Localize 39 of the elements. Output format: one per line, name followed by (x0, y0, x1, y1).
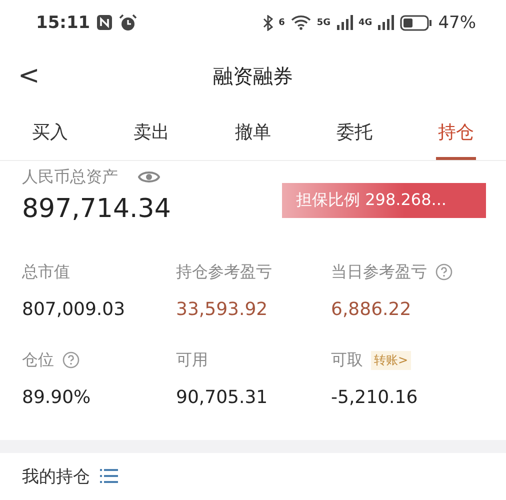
back-button[interactable]: < (12, 61, 46, 92)
stat-value: -5,210.16 (331, 386, 419, 408)
stat-value: 33,593.92 (176, 298, 269, 320)
alarm-icon (119, 14, 138, 32)
total-assets-value: 897,714.34 (22, 194, 171, 224)
signal-icon (336, 15, 353, 30)
nfc-icon (96, 14, 114, 32)
stat-label: 当日参考盈亏 (331, 262, 427, 283)
network-label: 4G (358, 18, 372, 28)
bluetooth-icon (262, 14, 273, 31)
stat-label: 可用 (176, 350, 208, 371)
page-title: 融资融券 (213, 62, 293, 90)
stat-label: 持仓参考盈亏 (176, 262, 272, 283)
help-icon[interactable] (435, 263, 453, 282)
stat-value: 90,705.31 (176, 386, 269, 408)
tab[interactable]: 撤单 (233, 107, 273, 160)
help-icon[interactable] (62, 351, 80, 370)
wifi-icon (290, 15, 311, 30)
clock-time: 15:11 (36, 12, 90, 33)
battery-icon (400, 14, 432, 31)
tab[interactable]: 持仓 (436, 107, 476, 160)
wifi-band-label: 6 (278, 18, 285, 28)
total-assets-label: 人民币总资产 (22, 166, 118, 188)
battery-percentage: 47% (438, 12, 476, 33)
network-label: 5G (316, 18, 331, 28)
stat-value: 807,009.03 (22, 298, 126, 320)
tab[interactable]: 卖出 (132, 107, 172, 160)
holdings-title: 我的持仓 (22, 466, 90, 488)
collateral-ratio-badge: 担保比例 298.268... (282, 182, 486, 218)
tab[interactable]: 买入 (30, 107, 70, 160)
stat-value: 6,886.22 (331, 298, 412, 320)
stat-value: 89.90% (22, 386, 92, 408)
eye-icon[interactable] (138, 169, 160, 186)
list-icon[interactable] (100, 468, 118, 484)
signal-icon (378, 15, 394, 30)
stat-label: 可取 (331, 350, 363, 371)
stat-label: 总市值 (22, 262, 70, 283)
stat-label: 仓位 (22, 350, 54, 371)
tab[interactable]: 委托 (334, 107, 374, 160)
